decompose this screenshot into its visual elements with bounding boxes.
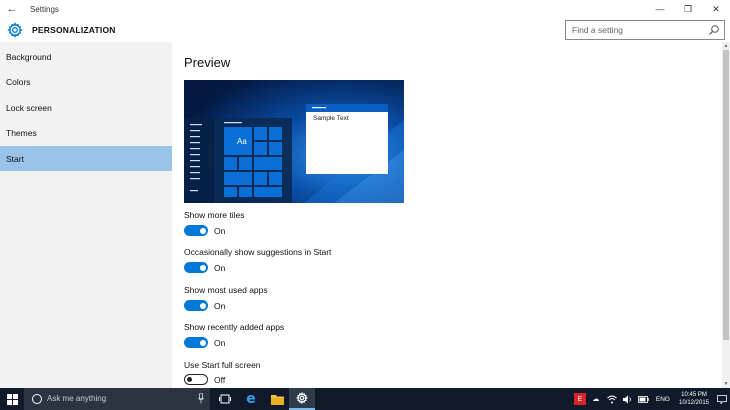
microphone-icon[interactable] [198,393,204,404]
preview-window-text: Sample Text [313,115,349,122]
app-tray-icon[interactable]: E [573,393,586,405]
sidebar-item-start[interactable]: Start [0,146,172,171]
start-preview-image: Aa Sample Text [184,80,404,203]
toggle-knob [200,302,206,309]
full-screen-toggle[interactable] [184,374,208,385]
setting-label: Use Start full screen [184,360,261,370]
start-button[interactable] [0,388,24,410]
toggle-state: On [214,226,226,236]
task-view-icon [219,394,231,404]
toggle-knob [187,376,192,382]
setting-label: Occasionally show suggestions in Start [184,247,332,257]
toggle-state: On [214,338,226,348]
network-icon[interactable] [606,393,618,405]
most-used-apps-toggle[interactable] [184,300,208,311]
sidebar-item-themes[interactable]: Themes [0,120,172,145]
close-icon: ✕ [712,3,720,14]
toggle-knob [200,264,206,271]
page-title: PERSONALIZATION [32,25,116,35]
cortana-search-text: Ask me anything [47,394,107,403]
close-button[interactable]: ✕ [702,0,730,18]
clock-time: 10:45 PM [681,392,707,398]
restore-icon: ❐ [683,3,693,14]
battery-icon[interactable] [638,393,650,405]
gear-icon [7,22,23,38]
minimize-icon: — [655,4,665,14]
settings-gear-icon [296,392,308,404]
recently-added-apps-toggle[interactable] [184,337,208,348]
sidebar-item-colors[interactable]: Colors [0,69,172,94]
taskbar: Ask me anything e E ☁ ENG 10:45 PM 10/12… [0,388,730,410]
windows-logo-icon [6,393,18,405]
toggle-state: On [214,301,226,311]
cortana-search-box[interactable]: Ask me anything [24,388,210,410]
page-header: PERSONALIZATION Find a setting [0,18,730,42]
clock-date: 10/12/2015 [678,400,710,406]
toggle-state: On [214,263,226,273]
language-indicator[interactable]: ENG [656,396,670,403]
search-input[interactable]: Find a setting [565,20,725,40]
vertical-scrollbar[interactable]: ▲ ▼ [722,42,730,388]
settings-app-button[interactable] [289,388,315,410]
setting-label: Show most used apps [184,285,268,295]
toggle-knob [200,227,206,234]
preview-tile-label: Aa [237,137,247,146]
speaker-icon [622,395,631,403]
wifi-icon [607,395,617,403]
cortana-icon [32,394,42,404]
search-placeholder: Find a setting [572,25,624,35]
cloud-icon[interactable]: ☁ [590,393,602,405]
sidebar-item-background[interactable]: Background [0,44,172,69]
back-arrow-icon: ← [6,3,18,15]
minimize-button[interactable]: — [646,0,674,18]
scrollbar-thumb[interactable] [723,50,729,340]
sidebar-item-label: Start [6,153,24,164]
scroll-down-icon[interactable]: ▼ [722,380,730,388]
edge-browser-button[interactable]: e [238,388,264,410]
clock[interactable]: 10:45 PM 10/12/2015 [674,391,714,407]
suggestions-toggle[interactable] [184,262,208,273]
section-title: Preview [184,55,231,70]
folder-icon [270,394,284,405]
system-tray: E ☁ ENG 10:45 PM 10/12/2015 [572,388,730,410]
action-center-icon[interactable] [716,393,728,405]
sidebar-item-label: Lock screen [6,102,52,113]
battery-shape-icon [638,395,650,403]
file-explorer-button[interactable] [264,388,290,410]
restore-button[interactable]: ❐ [674,0,702,18]
search-icon [709,25,719,35]
window-title: Settings [30,4,59,14]
main-content: Preview Aa Sample Text Show more tiles O… [172,42,722,388]
sidebar-item-label: Colors [6,76,31,87]
sidebar-item-label: Background [6,51,52,62]
scroll-up-icon[interactable]: ▲ [722,42,730,50]
setting-label: Show more tiles [184,210,245,220]
setting-label: Show recently added apps [184,322,285,332]
window-controls: — ❐ ✕ [646,0,730,18]
back-button[interactable]: ← [0,0,24,18]
toggle-knob [200,339,206,346]
sidebar-item-label: Themes [6,127,37,138]
toggle-state: Off [214,375,226,385]
sidebar: Background Colors Lock screen Themes Sta… [0,42,172,388]
show-more-tiles-toggle[interactable] [184,225,208,236]
task-view-button[interactable] [212,388,238,410]
title-bar: ← Settings — ❐ ✕ [0,0,730,18]
notification-icon [717,394,727,404]
volume-icon[interactable] [622,393,634,405]
edge-icon: e [246,391,256,407]
sidebar-item-lock-screen[interactable]: Lock screen [0,95,172,120]
